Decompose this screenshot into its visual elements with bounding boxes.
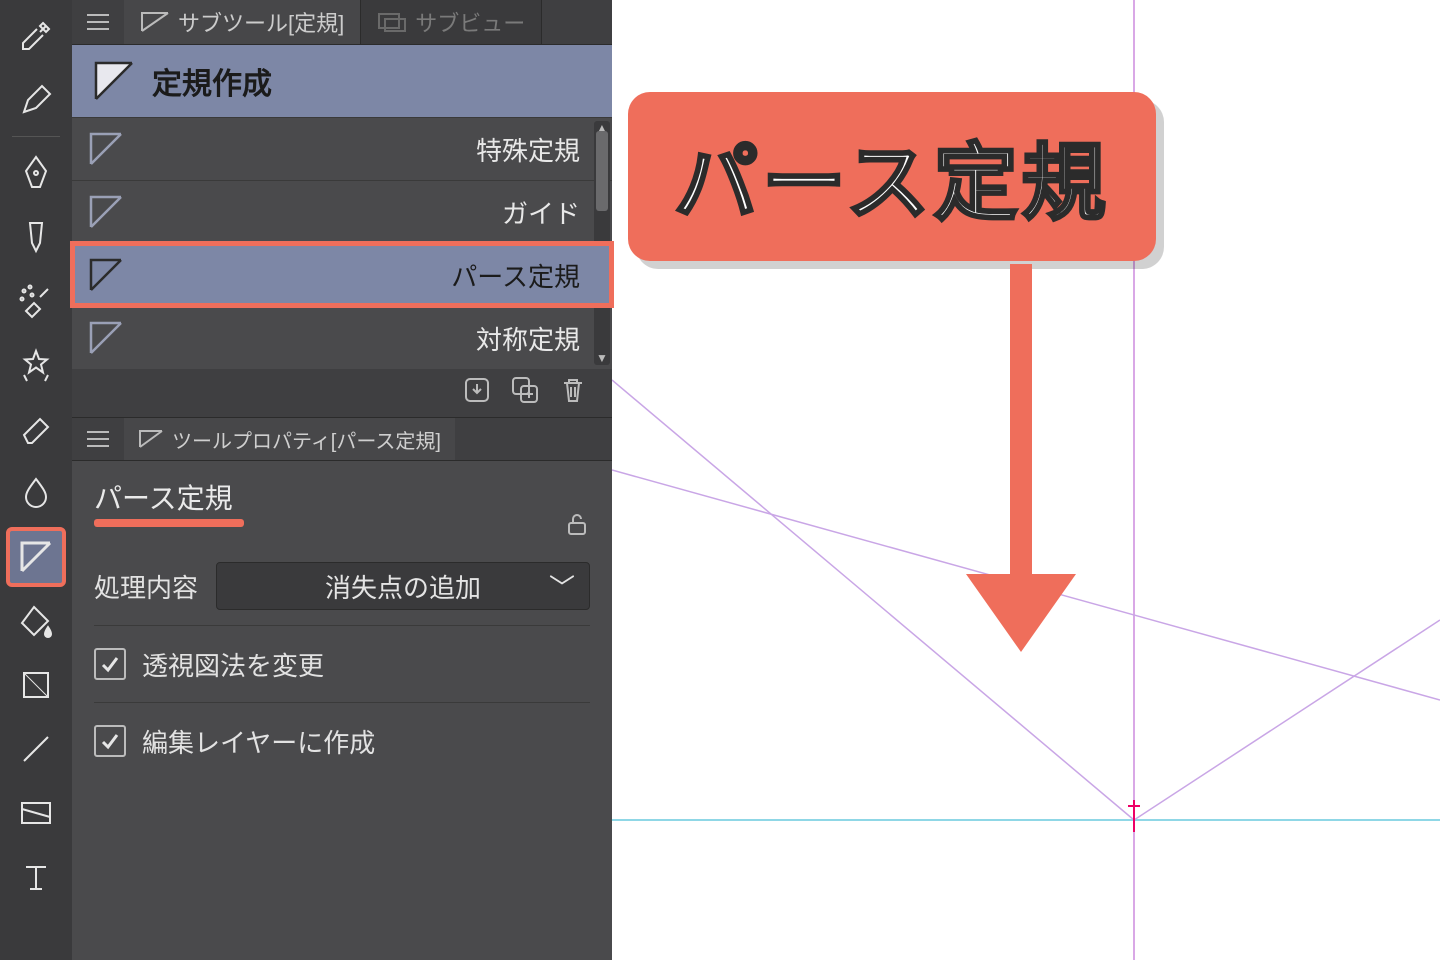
decoration-tool[interactable] (8, 337, 64, 393)
subtool-group-tab[interactable]: 定規作成 (72, 45, 612, 117)
checkbox-label: 編集レイヤーに作成 (142, 723, 375, 760)
duplicate-subtool-icon[interactable] (510, 375, 540, 411)
unlock-icon[interactable] (564, 511, 590, 543)
annotation-arrow (966, 264, 1076, 654)
blend-tool[interactable] (8, 465, 64, 521)
subtool-list: 特殊定規 ガイド パース定規 対称定規 ▲ ▼ (72, 117, 612, 369)
ruler-icon (88, 320, 124, 356)
import-subtool-icon[interactable] (462, 375, 492, 411)
scroll-thumb[interactable] (596, 131, 608, 211)
marker-tool[interactable] (8, 209, 64, 265)
pen-tool[interactable] (8, 72, 64, 128)
subtool-actions (72, 369, 612, 417)
frame-tool[interactable] (8, 785, 64, 841)
tab-subview-label: サブビュー (415, 6, 525, 38)
ruler-icon (88, 257, 124, 293)
subtool-item-label: ガイド (136, 194, 590, 231)
ruler-icon (88, 194, 124, 230)
subtool-tab-row: サブツール[定規] サブビュー (72, 0, 612, 45)
checkbox-box (94, 648, 126, 680)
toolproperty-tab-row: ツールプロパティ[パース定規] (72, 417, 612, 461)
tab-subtool[interactable]: サブツール[定規] (124, 0, 361, 44)
subtool-item-guide[interactable]: ガイド (72, 180, 612, 243)
delete-subtool-icon[interactable] (558, 375, 588, 411)
tab-subview[interactable]: サブビュー (361, 0, 542, 44)
subtool-item-label: 対称定規 (136, 320, 590, 357)
process-value: 消失点の追加 (325, 568, 481, 605)
checkbox-label: 透視図法を変更 (142, 646, 324, 683)
separator (12, 136, 60, 137)
line-tool[interactable] (8, 721, 64, 777)
process-select[interactable]: 消失点の追加 ﹀ (216, 562, 590, 610)
subtool-item-symmetry[interactable]: 対称定規 (72, 306, 612, 369)
separator (94, 702, 590, 703)
scroll-down-icon[interactable]: ▼ (594, 351, 610, 365)
ruler-tool[interactable] (8, 529, 64, 585)
fill-tool[interactable] (8, 593, 64, 649)
ruler-icon (88, 131, 124, 167)
subtool-item-perspective[interactable]: パース定規 (72, 243, 612, 306)
process-label: 処理内容 (94, 568, 198, 605)
subtool-item-label: 特殊定規 (136, 131, 590, 168)
separator (94, 625, 590, 626)
checkbox-box (94, 725, 126, 757)
toolproperty-body: パース定規 処理内容 消失点の追加 ﹀ 透視図法を変更 編集レイヤーに作成 (72, 461, 612, 960)
annotation-text: パース定規 (674, 136, 1110, 230)
chevron-down-icon: ﹀ (549, 568, 575, 605)
checkbox-change-perspective[interactable]: 透視図法を変更 (94, 636, 590, 692)
tool-strip (0, 0, 72, 960)
nib-tool[interactable] (8, 145, 64, 201)
eraser-tool[interactable] (8, 401, 64, 457)
panel-menu-icon[interactable] (78, 2, 118, 42)
panel-column: サブツール[定規] サブビュー 定規作成 特殊定規 ガイド パース定規 (72, 0, 612, 960)
tab-toolproperty[interactable]: ツールプロパティ[パース定規] (124, 418, 455, 460)
tab-subtool-label: サブツール[定規] (178, 6, 344, 38)
text-tool[interactable] (8, 849, 64, 905)
subtool-group-label: 定規作成 (152, 59, 272, 103)
panel-menu-icon[interactable] (78, 419, 118, 459)
tab-toolproperty-label: ツールプロパティ[パース定規] (172, 425, 441, 454)
gradient-tool[interactable] (8, 657, 64, 713)
eyedropper-tool[interactable] (8, 8, 64, 64)
annotation-callout: パース定規 (628, 92, 1156, 261)
checkbox-create-on-edit-layer[interactable]: 編集レイヤーに作成 (94, 713, 590, 769)
subtool-item-label: パース定規 (136, 257, 590, 294)
airbrush-tool[interactable] (8, 273, 64, 329)
subtool-item-special[interactable]: 特殊定規 (72, 117, 612, 180)
process-row: 処理内容 消失点の追加 ﹀ (94, 557, 590, 615)
